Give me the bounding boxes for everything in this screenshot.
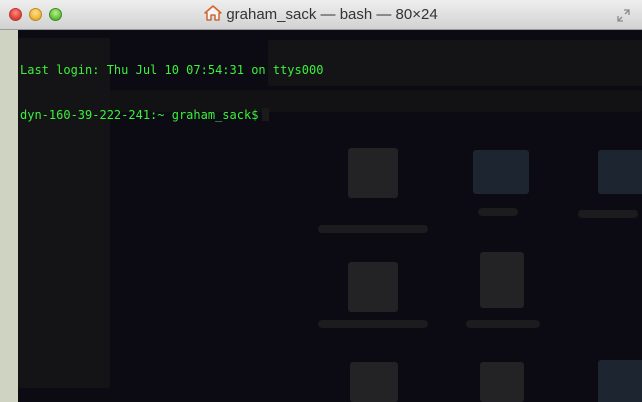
background-file-caption [578, 210, 638, 218]
background-file-icon [348, 262, 398, 312]
background-file-caption [466, 320, 540, 328]
terminal-content[interactable]: Last login: Thu Jul 10 07:54:31 on ttys0… [18, 30, 642, 402]
window-title: graham_sack — bash — 80×24 [226, 6, 438, 23]
terminal-output: Last login: Thu Jul 10 07:54:31 on ttys0… [20, 33, 323, 153]
background-file-icon [348, 148, 398, 198]
fullscreen-icon[interactable] [617, 9, 630, 22]
title-bar[interactable]: graham_sack — bash — 80×24 [0, 0, 642, 30]
background-file-caption [318, 225, 428, 233]
background-folder-icon [598, 360, 642, 402]
background-file-caption [478, 208, 518, 216]
background-file-icon [480, 252, 524, 308]
desktop-background-strip [0, 30, 18, 402]
background-file-caption [318, 320, 428, 328]
text-cursor [262, 108, 270, 121]
home-icon [204, 5, 222, 27]
background-folder-icon [598, 150, 642, 194]
background-folder-icon [473, 150, 529, 194]
terminal-line-prompt: dyn-160-39-222-241:~ graham_sack$ [20, 108, 323, 123]
background-file-icon [350, 362, 398, 402]
terminal-line-login: Last login: Thu Jul 10 07:54:31 on ttys0… [20, 63, 324, 77]
background-finder-toolbar [268, 40, 642, 86]
shell-prompt: dyn-160-39-222-241:~ graham_sack$ [20, 108, 259, 122]
window-title-group: graham_sack — bash — 80×24 [0, 5, 642, 27]
terminal-window: graham_sack — bash — 80×24 Last login: T… [0, 0, 642, 402]
background-file-icon [480, 362, 524, 402]
